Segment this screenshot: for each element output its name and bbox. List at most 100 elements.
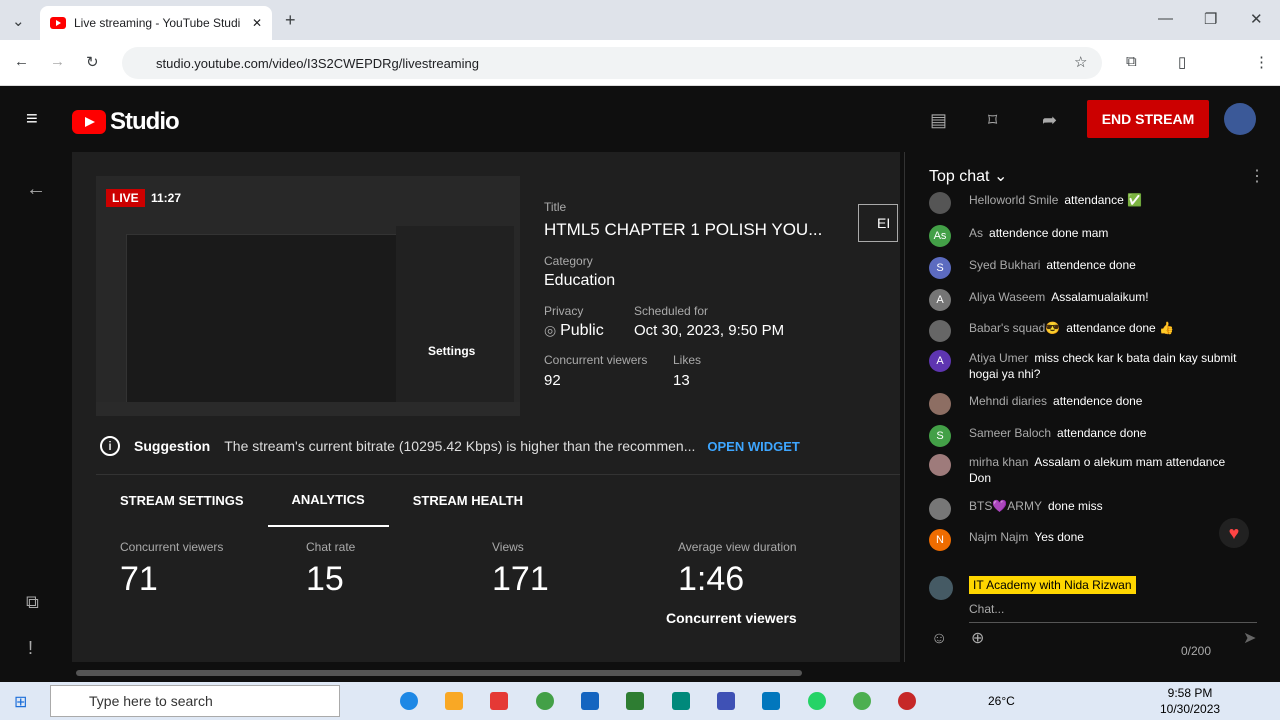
forward-icon[interactable]: → <box>50 53 65 70</box>
new-tab-icon[interactable]: + <box>285 10 296 31</box>
stat-views: Views 171 <box>492 540 549 599</box>
chat-author[interactable]: Syed Bukhari <box>969 258 1040 272</box>
edge-icon[interactable] <box>400 692 418 710</box>
close-tab-icon[interactable]: ✕ <box>252 16 262 30</box>
taskbar-clock[interactable]: 9:58 PM 10/30/2023 <box>1160 685 1220 717</box>
stat-concurrent-viewers: Concurrent viewers 71 <box>120 540 223 599</box>
url-field[interactable]: studio.youtube.com/video/I3S2CWEPDRg/liv… <box>122 47 1102 79</box>
side-panel-icon[interactable]: ▯ <box>1178 53 1186 71</box>
taskbar-search[interactable]: Type here to search <box>50 685 340 717</box>
chat-message: Mehndi diaries attendence done <box>929 393 1249 415</box>
chat-text: attendance ✅ <box>1064 193 1143 207</box>
browser-menu-icon[interactable]: ⋮ <box>1254 53 1269 71</box>
globe-icon: ◎ <box>544 322 561 338</box>
browser-tabstrip: ⌄ Live streaming - YouTube Studi ✕ + — ❐… <box>0 0 1280 40</box>
chat-author[interactable]: Helloworld Smile <box>969 193 1058 207</box>
url-text: studio.youtube.com/video/I3S2CWEPDRg/liv… <box>156 55 479 71</box>
stream-preview[interactable]: LIVE 11:27 Settings <box>96 176 520 416</box>
back-icon[interactable]: ← <box>14 53 29 70</box>
stat-value: 15 <box>306 560 344 598</box>
live-time: 11:27 <box>151 191 182 205</box>
chat-author[interactable]: BTS💜ARMY <box>969 499 1042 513</box>
tab-analytics[interactable]: ANALYTICS <box>267 475 389 527</box>
chat-text: attendance done <box>1057 426 1147 440</box>
mail-icon[interactable] <box>581 692 599 710</box>
stream-title: HTML5 CHAPTER 1 POLISH YOU... <box>544 220 823 239</box>
chat-input[interactable]: Chat... <box>969 602 1004 616</box>
info-icon: i <box>100 436 120 456</box>
chat-author[interactable]: mirha khan <box>969 455 1028 469</box>
youtube-logo-icon <box>72 110 106 134</box>
chat-message-body: Atiya Umer miss check kar k bata dain kay… <box>969 350 1249 382</box>
chat-author[interactable]: As <box>969 226 983 240</box>
chat-avatar: N <box>929 529 951 551</box>
tab-search-icon[interactable]: ⌄ <box>12 12 25 30</box>
restore-icon[interactable]: ❐ <box>1204 10 1217 28</box>
chat-text: attendence done <box>1053 394 1143 408</box>
tab-stream-health[interactable]: STREAM HEALTH <box>389 475 547 527</box>
likes-label: Likes <box>673 353 702 367</box>
preview-chat-capture <box>396 226 514 406</box>
whatsapp-icon[interactable] <box>808 692 826 710</box>
bookmark-icon[interactable]: ⌑ <box>988 110 997 131</box>
sheets-icon[interactable] <box>626 692 644 710</box>
store-icon[interactable] <box>490 692 508 710</box>
tab-stream-settings[interactable]: STREAM SETTINGS <box>96 475 268 527</box>
feedback-icon[interactable]: ! <box>28 638 33 659</box>
heart-reaction-icon[interactable]: ♥ <box>1219 518 1249 548</box>
extensions-icon[interactable]: ⧉ <box>1126 53 1137 70</box>
chrome-active-icon[interactable] <box>853 692 871 710</box>
stat-label: Concurrent viewers <box>120 540 224 554</box>
stat-value: 171 <box>492 560 549 598</box>
chat-input-underline <box>969 622 1257 623</box>
add-icon[interactable]: ⊕ <box>971 628 984 648</box>
chat-message: As As attendence done mam <box>929 225 1249 247</box>
chat-more-icon[interactable]: ⋮ <box>1249 166 1265 186</box>
windows-start-icon[interactable]: ⊞ <box>14 692 27 712</box>
chat-avatar <box>929 192 951 214</box>
chat-author[interactable]: Najm Najm <box>969 530 1028 544</box>
emoji-icon[interactable]: ☺ <box>931 630 947 648</box>
chat-author[interactable]: Atiya Umer <box>969 351 1028 365</box>
preview-screen-capture <box>126 234 406 404</box>
temperature[interactable]: 26°C <box>988 694 1015 708</box>
studio-logo[interactable]: Studio <box>72 108 180 136</box>
minimize-icon[interactable]: — <box>1158 10 1173 27</box>
clapperboard-icon[interactable]: ▤ <box>930 110 947 131</box>
back-arrow-icon[interactable]: ← <box>26 178 46 201</box>
scheduled-value: Oct 30, 2023, 9:50 PM <box>634 322 785 339</box>
end-stream-button[interactable]: END STREAM <box>1087 100 1209 138</box>
hamburger-menu-icon[interactable]: ≡ <box>26 108 38 131</box>
file-explorer-icon[interactable] <box>445 692 463 710</box>
send-icon[interactable]: ➤ <box>1243 628 1256 648</box>
popout-icon[interactable]: ⧉ <box>26 592 39 613</box>
chat-message-body: Syed Bukhari attendence done <box>969 257 1136 279</box>
likes-value: 13 <box>673 372 690 389</box>
chat-author[interactable]: Sameer Baloch <box>969 426 1051 440</box>
bookmark-star-icon[interactable]: ☆ <box>1074 53 1087 71</box>
app-icon[interactable] <box>717 692 735 710</box>
recorder-icon[interactable] <box>898 692 916 710</box>
chrome-icon[interactable] <box>536 692 554 710</box>
chat-message: A Atiya Umer miss check kar k bata dain ka… <box>929 350 1249 382</box>
horizontal-scrollbar[interactable] <box>76 670 802 676</box>
browser-tab[interactable]: Live streaming - YouTube Studi ✕ <box>40 6 272 40</box>
vscode-icon[interactable] <box>762 692 780 710</box>
avatar[interactable] <box>1224 103 1256 135</box>
chat-message-body: Mehndi diaries attendence done <box>969 393 1142 415</box>
chat-mode-dropdown[interactable]: Top chat ⌄ <box>929 166 1007 186</box>
close-window-icon[interactable]: ✕ <box>1250 10 1263 28</box>
clock-date: 10/30/2023 <box>1160 702 1221 716</box>
chat-message-body: Aliya Waseem Assalamualaikum! <box>969 289 1149 311</box>
chat-avatar <box>929 320 951 342</box>
stat-value: 1:46 <box>678 560 745 598</box>
stat-label: Average view duration <box>678 540 797 554</box>
chat-author[interactable]: Aliya Waseem <box>969 290 1045 304</box>
share-icon[interactable]: ➦ <box>1042 110 1057 131</box>
meet-icon[interactable] <box>672 692 690 710</box>
chat-author[interactable]: Babar's squad😎 <box>969 321 1060 335</box>
edit-button[interactable]: EI <box>858 204 898 242</box>
reload-icon[interactable]: ↻ <box>86 53 99 71</box>
open-widget-link[interactable]: OPEN WIDGET <box>707 439 799 454</box>
chat-author[interactable]: Mehndi diaries <box>969 394 1047 408</box>
